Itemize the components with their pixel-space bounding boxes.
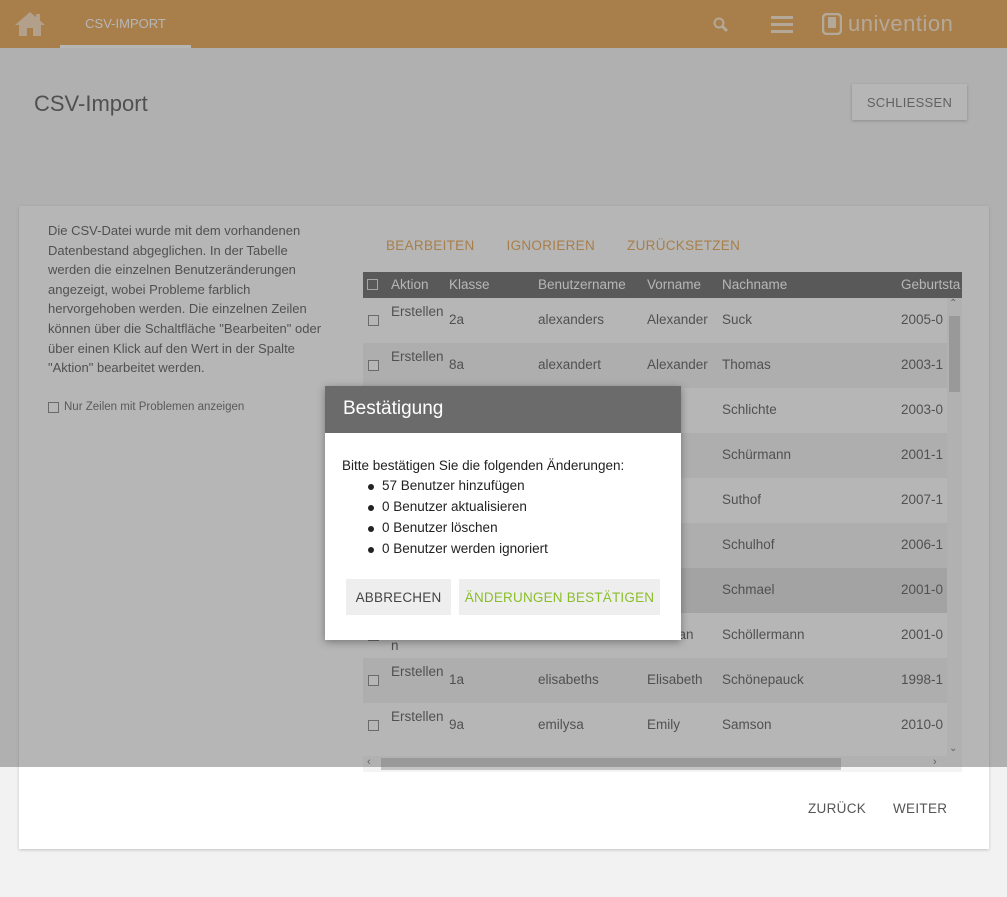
list-item: 0 Benutzer aktualisieren (368, 499, 548, 520)
changes-list: 57 Benutzer hinzufügen 0 Benutzer aktual… (368, 478, 548, 562)
back-button[interactable]: ZURÜCK (808, 801, 866, 816)
dialog-intro-text: Bitte bestätigen Sie die folgenden Änder… (342, 458, 625, 473)
list-item: 0 Benutzer löschen (368, 520, 548, 541)
dialog-title: Bestätigung (325, 386, 681, 433)
list-item: 57 Benutzer hinzufügen (368, 478, 548, 499)
confirmation-dialog: Bestätigung Bitte bestätigen Sie die fol… (325, 386, 681, 640)
cancel-button[interactable]: ABBRECHEN (346, 579, 451, 615)
next-button[interactable]: WEITER (893, 801, 947, 816)
confirm-changes-button[interactable]: ÄNDERUNGEN BESTÄTIGEN (459, 579, 660, 615)
list-item: 0 Benutzer werden ignoriert (368, 541, 548, 562)
modal-overlay (0, 0, 1007, 767)
